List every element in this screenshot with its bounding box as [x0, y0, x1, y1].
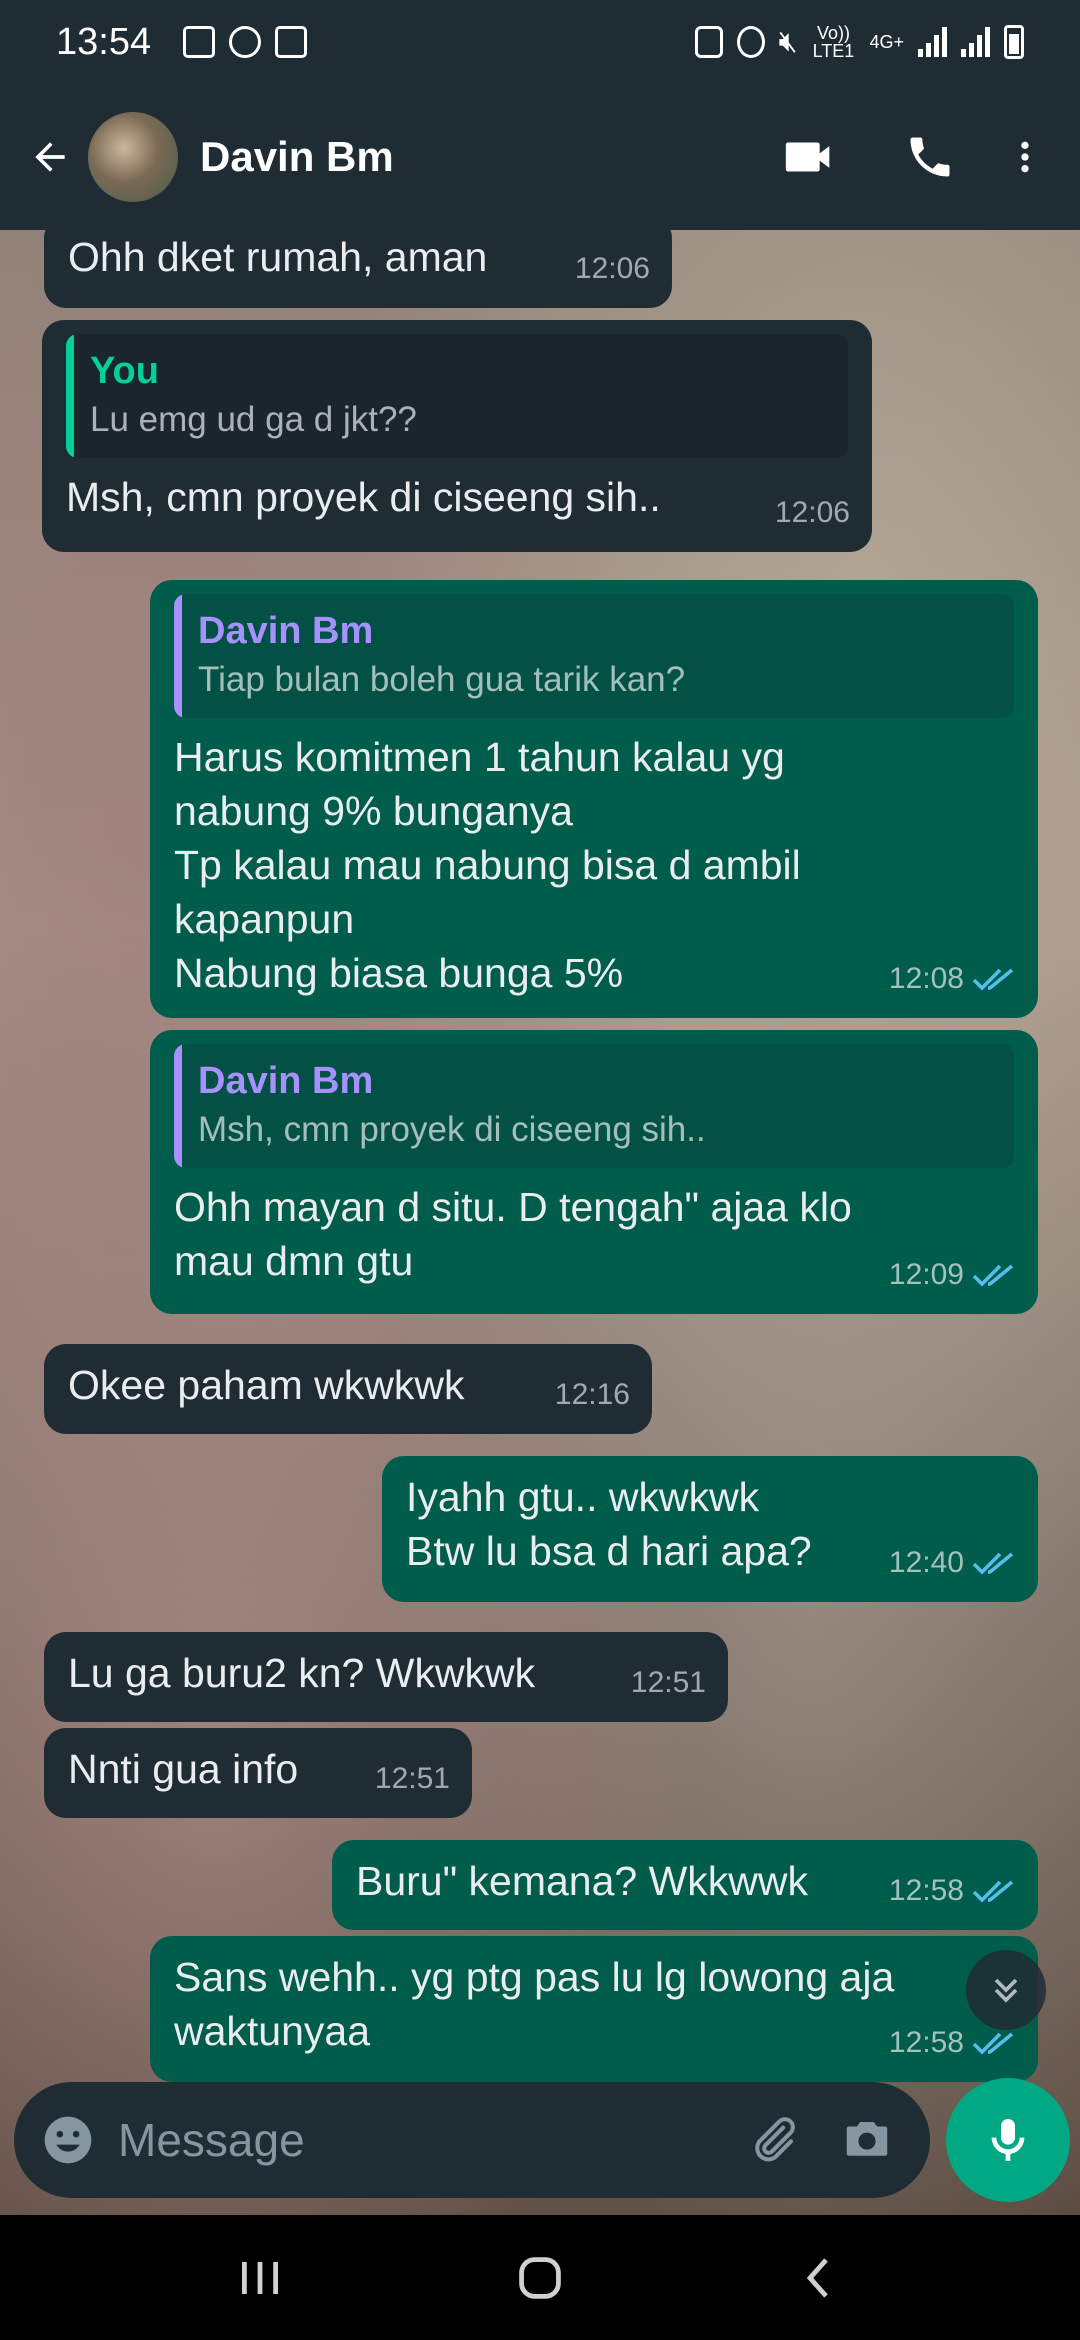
message-time: 12:08: [888, 962, 964, 995]
camera-icon: [846, 2122, 888, 2156]
scroll-to-bottom-button[interactable]: [966, 1950, 1046, 2030]
message-time: 12:16: [554, 1378, 630, 1411]
message-meta: 12:40: [889, 1536, 1016, 1590]
recent-apps-button[interactable]: [200, 2228, 320, 2328]
battery-icon: [1004, 25, 1024, 59]
chat-area[interactable]: Ohh dket rumah, aman 12:06 You Lu emg ud…: [0, 230, 1080, 2215]
outgoing-message[interactable]: Iyahh gtu.. wkwkwk Btw lu bsa d hari apa…: [382, 1456, 1038, 1602]
quote-author: Davin Bm: [198, 1060, 374, 1102]
mic-button[interactable]: [946, 2078, 1070, 2202]
status-time: 13:54: [56, 20, 152, 63]
outgoing-message[interactable]: Buru" kemana? Wkkwwk 12:58: [332, 1840, 1038, 1930]
read-ticks-icon: [972, 2032, 1014, 2055]
data-label: 4G+: [869, 31, 904, 52]
signal-2-icon: [961, 27, 990, 57]
message-meta: 12:08: [889, 952, 1016, 1006]
camera-notification-icon: [275, 26, 308, 58]
more-options-icon: [1021, 141, 1029, 173]
home-button[interactable]: [480, 2228, 600, 2328]
recent-apps-icon: [242, 2261, 278, 2294]
back-nav-button[interactable]: [760, 2228, 880, 2328]
message-meta: 12:06: [775, 486, 850, 540]
quoted-reply[interactable]: You Lu emg ud ga d jkt??: [66, 334, 848, 458]
alarm-icon: [736, 26, 765, 58]
emoji-icon: [44, 2116, 92, 2164]
home-icon: [519, 2256, 561, 2299]
quoted-reply[interactable]: Davin Bm Tiap bulan boleh gua tarik kan?: [174, 594, 1014, 718]
status-right: 🔇︎ Vo)) LTE1 4G+: [694, 23, 1024, 61]
data-saver-icon: [694, 26, 723, 58]
message-time: 12:58: [888, 1874, 964, 1907]
message-time: 12:51: [374, 1762, 450, 1795]
gallery-notification-icon: [183, 26, 216, 58]
emoji-button[interactable]: [40, 2110, 96, 2170]
notification-icons: [183, 26, 308, 58]
attach-button[interactable]: [736, 2100, 810, 2180]
message-meta: 12:58: [889, 1864, 1016, 1918]
camera-button[interactable]: [830, 2100, 904, 2180]
quote-text: Msh, cmn proyek di ciseeng sih..: [198, 1110, 706, 1149]
message-time: 12:09: [888, 1258, 964, 1291]
header-actions: [750, 107, 1060, 207]
quote-text: Tiap bulan boleh gua tarik kan?: [198, 660, 686, 699]
chat-header: Davin Bm: [0, 84, 1080, 230]
incoming-message[interactable]: You Lu emg ud ga d jkt?? Msh, cmn proyek…: [42, 320, 872, 552]
message-text: Lu ga buru2 kn? Wkwkwk: [68, 1650, 536, 1696]
read-ticks-icon: [972, 1880, 1014, 1903]
outgoing-message[interactable]: Davin Bm Tiap bulan boleh gua tarik kan?…: [150, 580, 1038, 1018]
voice-call-icon: [910, 137, 950, 177]
back-button[interactable]: [20, 127, 80, 187]
network-label: Vo)) LTE1: [812, 23, 855, 61]
message-time: 12:51: [630, 1666, 706, 1699]
status-bar: 13:54 🔇︎ Vo)) LTE1 4G+: [0, 0, 1080, 84]
message-time: 12:58: [888, 2026, 964, 2059]
system-nav-bar: [0, 2215, 1080, 2340]
contact-name[interactable]: Davin Bm: [200, 133, 394, 181]
read-ticks-icon: [972, 1264, 1014, 1287]
contact-avatar[interactable]: [88, 112, 178, 202]
message-meta: 12:16: [555, 1368, 630, 1422]
incoming-message[interactable]: Ohh dket rumah, aman 12:06: [44, 230, 672, 308]
video-call-icon: [785, 142, 830, 172]
attach-icon: [755, 2117, 795, 2162]
video-call-button[interactable]: [750, 107, 870, 207]
message-time: 12:40: [888, 1546, 964, 1579]
message-text: Ohh dket rumah, aman: [68, 234, 488, 280]
quote-author: Davin Bm: [198, 610, 374, 652]
incoming-message[interactable]: Lu ga buru2 kn? Wkwkwk 12:51: [44, 1632, 728, 1722]
chevron-left-icon: [806, 2257, 828, 2298]
quote-text: Lu emg ud ga d jkt??: [90, 400, 417, 439]
message-meta: 12:06: [575, 242, 650, 296]
message-text: Msh, cmn proyek di ciseeng sih..: [66, 474, 661, 520]
quote-author: You: [90, 350, 159, 392]
incoming-message[interactable]: Okee paham wkwkwk 12:16: [44, 1344, 652, 1434]
status-left: 13:54: [56, 20, 308, 64]
quoted-reply[interactable]: Davin Bm Msh, cmn proyek di ciseeng sih.…: [174, 1044, 1014, 1168]
outgoing-message[interactable]: Davin Bm Msh, cmn proyek di ciseeng sih.…: [150, 1030, 1038, 1314]
message-time: 12:06: [574, 252, 650, 285]
read-ticks-icon: [972, 968, 1014, 991]
incoming-message[interactable]: Nnti gua info 12:51: [44, 1728, 472, 1818]
voice-call-button[interactable]: [870, 107, 990, 207]
more-options-button[interactable]: [990, 107, 1060, 207]
message-meta: 12:51: [375, 1752, 450, 1806]
message-text: Okee paham wkwkwk: [68, 1362, 465, 1408]
signal-1-icon: [918, 27, 947, 57]
message-input[interactable]: [118, 2113, 716, 2167]
mute-icon: 🔇︎: [778, 25, 798, 58]
back-arrow-icon: [35, 142, 65, 172]
message-meta: 12:51: [631, 1656, 706, 1710]
outgoing-message[interactable]: Sans wehh.. yg ptg pas lu lg lowong aja …: [150, 1936, 1038, 2082]
chevron-double-down-icon: [994, 1978, 1018, 2003]
message-composer: [14, 2082, 930, 2198]
message-meta: 12:09: [889, 1248, 1016, 1302]
read-ticks-icon: [972, 1552, 1014, 1575]
mic-icon: [991, 2119, 1025, 2161]
message-time: 12:06: [774, 496, 850, 529]
play-notification-icon: [229, 26, 262, 58]
